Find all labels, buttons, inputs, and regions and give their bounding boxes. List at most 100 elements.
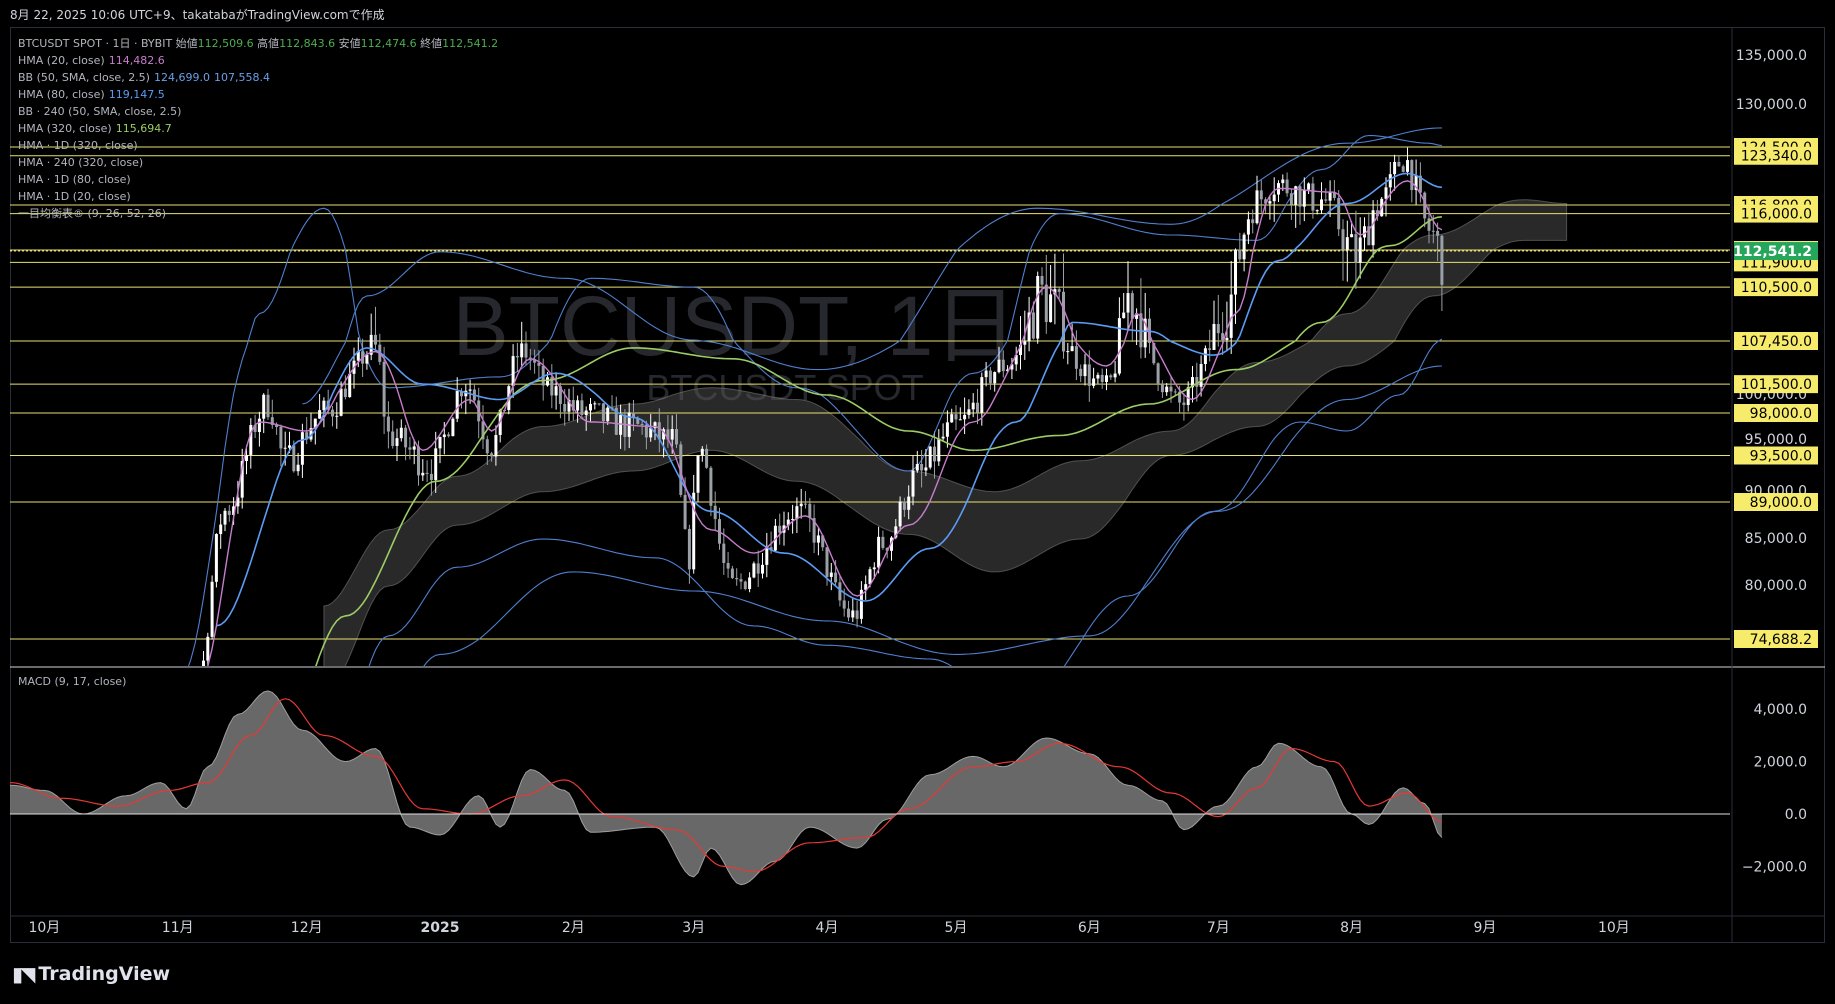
- candle-body: [1208, 348, 1212, 350]
- candle-body: [1057, 289, 1061, 292]
- candle-body: [1070, 346, 1074, 352]
- candle-body: [1083, 364, 1087, 377]
- macd-label[interactable]: MACD (9, 17, close): [18, 675, 126, 688]
- candle-body: [485, 439, 489, 454]
- candle-body: [1023, 341, 1027, 345]
- candle-body: [1350, 234, 1354, 238]
- legend-indicator-row[interactable]: HMA · 1D (20, close): [18, 188, 498, 205]
- candle-body: [834, 572, 838, 583]
- legend-symbol-row[interactable]: BTCUSDT SPOT · 1日 · BYBIT 始値112,509.6 高値…: [18, 35, 498, 52]
- candle-body: [1199, 364, 1203, 387]
- candle-body: [468, 389, 472, 391]
- brand-name: TradingView: [38, 963, 171, 985]
- indicator-value: 119,147.5: [108, 88, 165, 101]
- candle-body: [1062, 291, 1065, 352]
- candle-body: [1216, 324, 1220, 334]
- candle-body: [546, 377, 549, 386]
- legend-indicator-row[interactable]: HMA (320, close) 115,694.7: [18, 120, 498, 137]
- legend-indicator-row[interactable]: HMA · 1D (80, close): [18, 171, 498, 188]
- candle-body: [954, 414, 958, 420]
- candle-body: [399, 427, 403, 439]
- candle-body: [898, 501, 902, 527]
- candle-body: [606, 407, 610, 422]
- candle-body: [193, 699, 196, 700]
- candle-body: [189, 695, 192, 699]
- candle-body: [851, 610, 855, 618]
- candle-body: [692, 492, 696, 570]
- candle-body: [1324, 199, 1328, 201]
- candle-body: [1281, 179, 1285, 184]
- level-label: 110,500.0: [1741, 280, 1812, 296]
- candle-body: [1203, 348, 1207, 365]
- indicator-name: HMA · 1D (80, close): [18, 173, 131, 186]
- indicator-value: 114,482.6: [108, 54, 165, 67]
- candle-body: [1126, 293, 1130, 313]
- candle-body: [563, 403, 567, 412]
- candle-body: [997, 359, 1001, 373]
- footer-brand[interactable]: ▮◥ TradingView: [12, 962, 170, 986]
- level-label: 98,000.0: [1750, 406, 1812, 422]
- candle-body: [223, 510, 227, 525]
- legend-indicator-row[interactable]: HMA (80, close) 119,147.5: [18, 86, 498, 103]
- time-axis-label: 10月: [28, 920, 60, 936]
- legend-indicator-row[interactable]: BB · 240 (50, SMA, close, 2.5): [18, 103, 498, 120]
- candle-body: [1307, 183, 1311, 190]
- legend-indicator-row[interactable]: HMA · 240 (320, close): [18, 154, 498, 171]
- candle-body: [1117, 318, 1121, 374]
- candle-body: [980, 377, 984, 413]
- legend-indicator-row[interactable]: HMA (20, close) 114,482.6: [18, 52, 498, 69]
- indicator-name: HMA (20, close): [18, 54, 105, 67]
- candle-body: [941, 436, 945, 439]
- indicator-name: BB (50, SMA, close, 2.5): [18, 71, 150, 84]
- candle-body: [1087, 364, 1091, 386]
- candle-body: [404, 427, 408, 448]
- candle-body: [1049, 294, 1053, 323]
- time-axis-label: 9月: [1473, 920, 1496, 936]
- price-tick-label: 135,000.0: [1736, 48, 1807, 64]
- level-label: 74,688.2: [1750, 632, 1812, 648]
- time-axis-label: 11月: [162, 920, 194, 936]
- candle-body: [976, 402, 979, 413]
- candle-body: [1092, 378, 1096, 386]
- candle-body: [1234, 249, 1237, 295]
- candle-body: [687, 528, 691, 570]
- candle-body: [438, 437, 442, 449]
- candle-body: [911, 470, 915, 497]
- bb240-lower-line: [423, 365, 1442, 666]
- candle-body: [1371, 210, 1375, 246]
- candle-body: [159, 706, 162, 712]
- candle-body: [1315, 210, 1319, 212]
- ichimoku-cloud: [323, 199, 1568, 666]
- time-axis-label: 4月: [816, 920, 839, 936]
- candle-body: [1255, 190, 1259, 224]
- candle-body: [1440, 235, 1444, 285]
- candle-body: [1100, 374, 1104, 382]
- candle-body: [670, 429, 674, 440]
- candle-body: [1074, 346, 1078, 369]
- candle-body: [752, 563, 756, 578]
- candle-body: [257, 418, 261, 432]
- candle-body: [988, 370, 992, 384]
- candle-body: [576, 400, 580, 411]
- candle-body: [623, 415, 627, 437]
- legend-indicator-row[interactable]: BB (50, SMA, close, 2.5) 124,699.0 107,558…: [18, 69, 498, 86]
- candle-body: [386, 416, 390, 432]
- price-tick-label: 130,000.0: [1736, 97, 1807, 113]
- candle-body: [455, 391, 459, 419]
- candle-body: [881, 536, 885, 548]
- ohlc-label: 高値: [253, 37, 280, 50]
- candle-body: [808, 503, 812, 519]
- candle-body: [227, 510, 231, 515]
- price-tick-label: 85,000.0: [1745, 531, 1807, 547]
- time-axis-label: 7月: [1207, 920, 1230, 936]
- candle-body: [601, 403, 605, 422]
- legend-indicator-row[interactable]: HMA · 1D (320, close): [18, 137, 498, 154]
- legend-indicator-row[interactable]: 一目均衡表® (9, 26, 52, 26): [18, 205, 498, 222]
- candle-body: [1354, 234, 1358, 263]
- candle-body: [1401, 166, 1405, 172]
- candle-body: [1109, 375, 1113, 378]
- legend-symbol: BTCUSDT SPOT · 1日 · BYBIT: [18, 37, 173, 50]
- candle-body: [202, 660, 205, 666]
- candle-body: [993, 372, 997, 384]
- candle-body: [1246, 219, 1250, 235]
